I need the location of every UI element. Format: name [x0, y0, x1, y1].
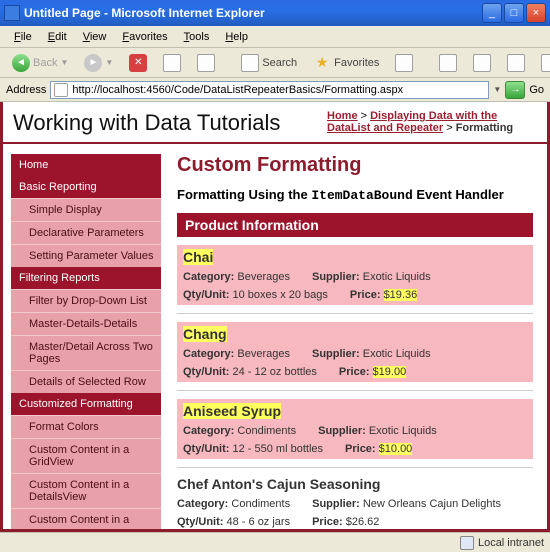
stop-button[interactable]: ✕ — [123, 51, 153, 75]
forward-icon: ► — [84, 54, 102, 72]
mail-icon — [439, 54, 457, 72]
nav-header-home[interactable]: Home — [11, 154, 161, 176]
address-label: Address — [6, 84, 46, 96]
nav-header-basic-reporting[interactable]: Basic Reporting — [11, 176, 161, 198]
window-title: Untitled Page - Microsoft Internet Explo… — [24, 6, 480, 20]
chevron-down-icon: ▼ — [60, 58, 68, 67]
ie-icon — [4, 5, 20, 21]
breadcrumb-home[interactable]: Home — [327, 110, 358, 122]
nav-item-simple-display[interactable]: Simple Display — [11, 198, 161, 221]
page-viewport[interactable]: Working with Data Tutorials Home > Displ… — [0, 102, 550, 532]
search-button[interactable]: Search — [235, 51, 303, 75]
print-icon — [473, 54, 491, 72]
edit-button[interactable] — [501, 51, 531, 75]
nav-item-master-detail-across-two-pages[interactable]: Master/Detail Across Two Pages — [11, 335, 161, 370]
product-divider — [177, 467, 533, 468]
back-label: Back — [33, 57, 57, 69]
favorites-label: Favorites — [334, 57, 379, 69]
star-icon: ★ — [313, 54, 331, 72]
nav-item-custom-content-in-a[interactable]: Custom Content in a — [11, 508, 161, 531]
nav-item-details-of-selected-row[interactable]: Details of Selected Row — [11, 370, 161, 393]
back-button[interactable]: ◄ Back ▼ — [6, 51, 74, 75]
address-url: http://localhost:4560/Code/DataListRepea… — [72, 84, 403, 96]
stop-icon: ✕ — [129, 54, 147, 72]
product-name: Chai — [183, 249, 213, 265]
nav-item-custom-content-in-a-gridview[interactable]: Custom Content in a GridView — [11, 438, 161, 473]
page-icon — [54, 83, 68, 97]
print-button[interactable] — [467, 51, 497, 75]
go-label: Go — [529, 84, 544, 96]
home-button[interactable] — [191, 51, 221, 75]
nav-header-filtering-reports[interactable]: Filtering Reports — [11, 267, 161, 289]
menu-favorites[interactable]: Favorites — [114, 29, 175, 45]
search-icon — [241, 54, 259, 72]
content-subheading: Formatting Using the ItemDataBound Event… — [177, 187, 533, 203]
product-price: $26.62 — [346, 516, 380, 528]
menu-file[interactable]: File — [6, 29, 40, 45]
favorites-button[interactable]: ★ Favorites — [307, 51, 385, 75]
close-button[interactable]: × — [526, 3, 546, 23]
history-icon — [395, 54, 413, 72]
sidebar-nav: HomeBasic ReportingSimple DisplayDeclara… — [11, 154, 161, 531]
zone-icon — [460, 536, 474, 550]
breadcrumb-current: Formatting — [456, 122, 513, 134]
product-divider — [177, 313, 533, 314]
refresh-button[interactable] — [157, 51, 187, 75]
nav-header-customized-formatting[interactable]: Customized Formatting — [11, 393, 161, 415]
product-block: Aniseed SyrupCategory: CondimentsSupplie… — [177, 399, 533, 459]
product-price: $19.00 — [373, 366, 407, 378]
product-name: Chef Anton's Cajun Seasoning — [177, 476, 381, 492]
section-band: Product Information — [177, 213, 533, 237]
nav-item-declarative-parameters[interactable]: Declarative Parameters — [11, 221, 161, 244]
nav-item-filter-by-drop-down-list[interactable]: Filter by Drop-Down List — [11, 289, 161, 312]
home-icon — [197, 54, 215, 72]
status-bar: Local intranet — [0, 532, 550, 552]
refresh-icon — [163, 54, 181, 72]
mail-button[interactable] — [433, 51, 463, 75]
maximize-button[interactable]: □ — [504, 3, 524, 23]
product-block: ChaiCategory: BeveragesSupplier: Exotic … — [177, 245, 533, 305]
address-input[interactable]: http://localhost:4560/Code/DataListRepea… — [50, 81, 489, 99]
menu-bar: FileEditViewFavoritesToolsHelp — [0, 26, 550, 48]
page-header: Working with Data Tutorials Home > Displ… — [3, 102, 547, 144]
product-name: Aniseed Syrup — [183, 403, 281, 419]
product-name: Chang — [183, 326, 227, 342]
product-divider — [177, 390, 533, 391]
search-label: Search — [262, 57, 297, 69]
history-button[interactable] — [389, 51, 419, 75]
nav-item-master-details-details[interactable]: Master-Details-Details — [11, 312, 161, 335]
menu-tools[interactable]: Tools — [176, 29, 218, 45]
discuss-button[interactable] — [535, 51, 550, 75]
menu-help[interactable]: Help — [217, 29, 256, 45]
menu-edit[interactable]: Edit — [40, 29, 75, 45]
product-block: ChangCategory: BeveragesSupplier: Exotic… — [177, 322, 533, 382]
address-bar: Address http://localhost:4560/Code/DataL… — [0, 78, 550, 102]
security-zone: Local intranet — [478, 537, 544, 549]
edit-icon — [507, 54, 525, 72]
forward-button[interactable]: ► ▼ — [78, 51, 119, 75]
page-title: Working with Data Tutorials — [13, 110, 327, 136]
chevron-down-icon[interactable]: ▼ — [493, 85, 501, 94]
nav-item-format-colors[interactable]: Format Colors — [11, 415, 161, 438]
content-heading: Custom Formatting — [177, 154, 533, 177]
product-block: Chef Anton's Cajun SeasoningCategory: Co… — [177, 476, 533, 528]
discuss-icon — [541, 54, 550, 72]
minimize-button[interactable]: _ — [482, 3, 502, 23]
breadcrumb: Home > Displaying Data with the DataList… — [327, 110, 537, 136]
menu-view[interactable]: View — [75, 29, 115, 45]
product-price: $19.36 — [384, 289, 418, 301]
code-term: ItemDataBound — [311, 188, 412, 203]
nav-item-custom-content-in-a-detailsview[interactable]: Custom Content in a DetailsView — [11, 473, 161, 508]
window-titlebar: Untitled Page - Microsoft Internet Explo… — [0, 0, 550, 26]
browser-toolbar: ◄ Back ▼ ► ▼ ✕ Search ★ Favorites — [0, 48, 550, 78]
go-button[interactable]: → — [505, 81, 525, 99]
main-content: Custom Formatting Formatting Using the I… — [161, 154, 539, 532]
back-icon: ◄ — [12, 54, 30, 72]
chevron-down-icon: ▼ — [105, 58, 113, 67]
product-price: $10.00 — [379, 443, 413, 455]
nav-item-setting-parameter-values[interactable]: Setting Parameter Values — [11, 244, 161, 267]
